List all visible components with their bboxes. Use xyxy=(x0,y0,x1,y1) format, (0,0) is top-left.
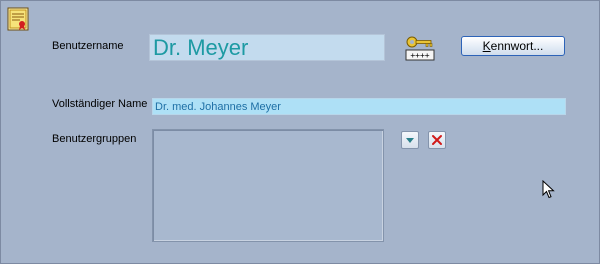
fullname-label: Vollständiger Name xyxy=(52,98,148,110)
username-field[interactable] xyxy=(149,34,385,61)
mouse-pointer-icon xyxy=(542,180,555,199)
groups-label: Benutzergruppen xyxy=(52,133,137,145)
password-button-mnemonic: K xyxy=(482,39,491,53)
fullname-field[interactable] xyxy=(152,98,566,115)
groups-list[interactable] xyxy=(152,129,384,242)
chevron-down-icon xyxy=(406,138,414,143)
certificate-icon xyxy=(7,7,29,31)
key-badge-text: ++++ xyxy=(410,51,429,60)
user-form-panel: Benutzername ++++ Kennwort... Vollständi… xyxy=(0,0,600,264)
username-label: Benutzername xyxy=(52,40,124,52)
key-icon[interactable]: ++++ xyxy=(405,35,435,61)
password-button[interactable]: Kennwort... xyxy=(461,36,565,56)
groups-delete-button[interactable] xyxy=(428,131,446,149)
password-button-label: ennwort... xyxy=(490,39,544,53)
close-icon xyxy=(432,135,442,145)
groups-dropdown-button[interactable] xyxy=(401,131,419,149)
